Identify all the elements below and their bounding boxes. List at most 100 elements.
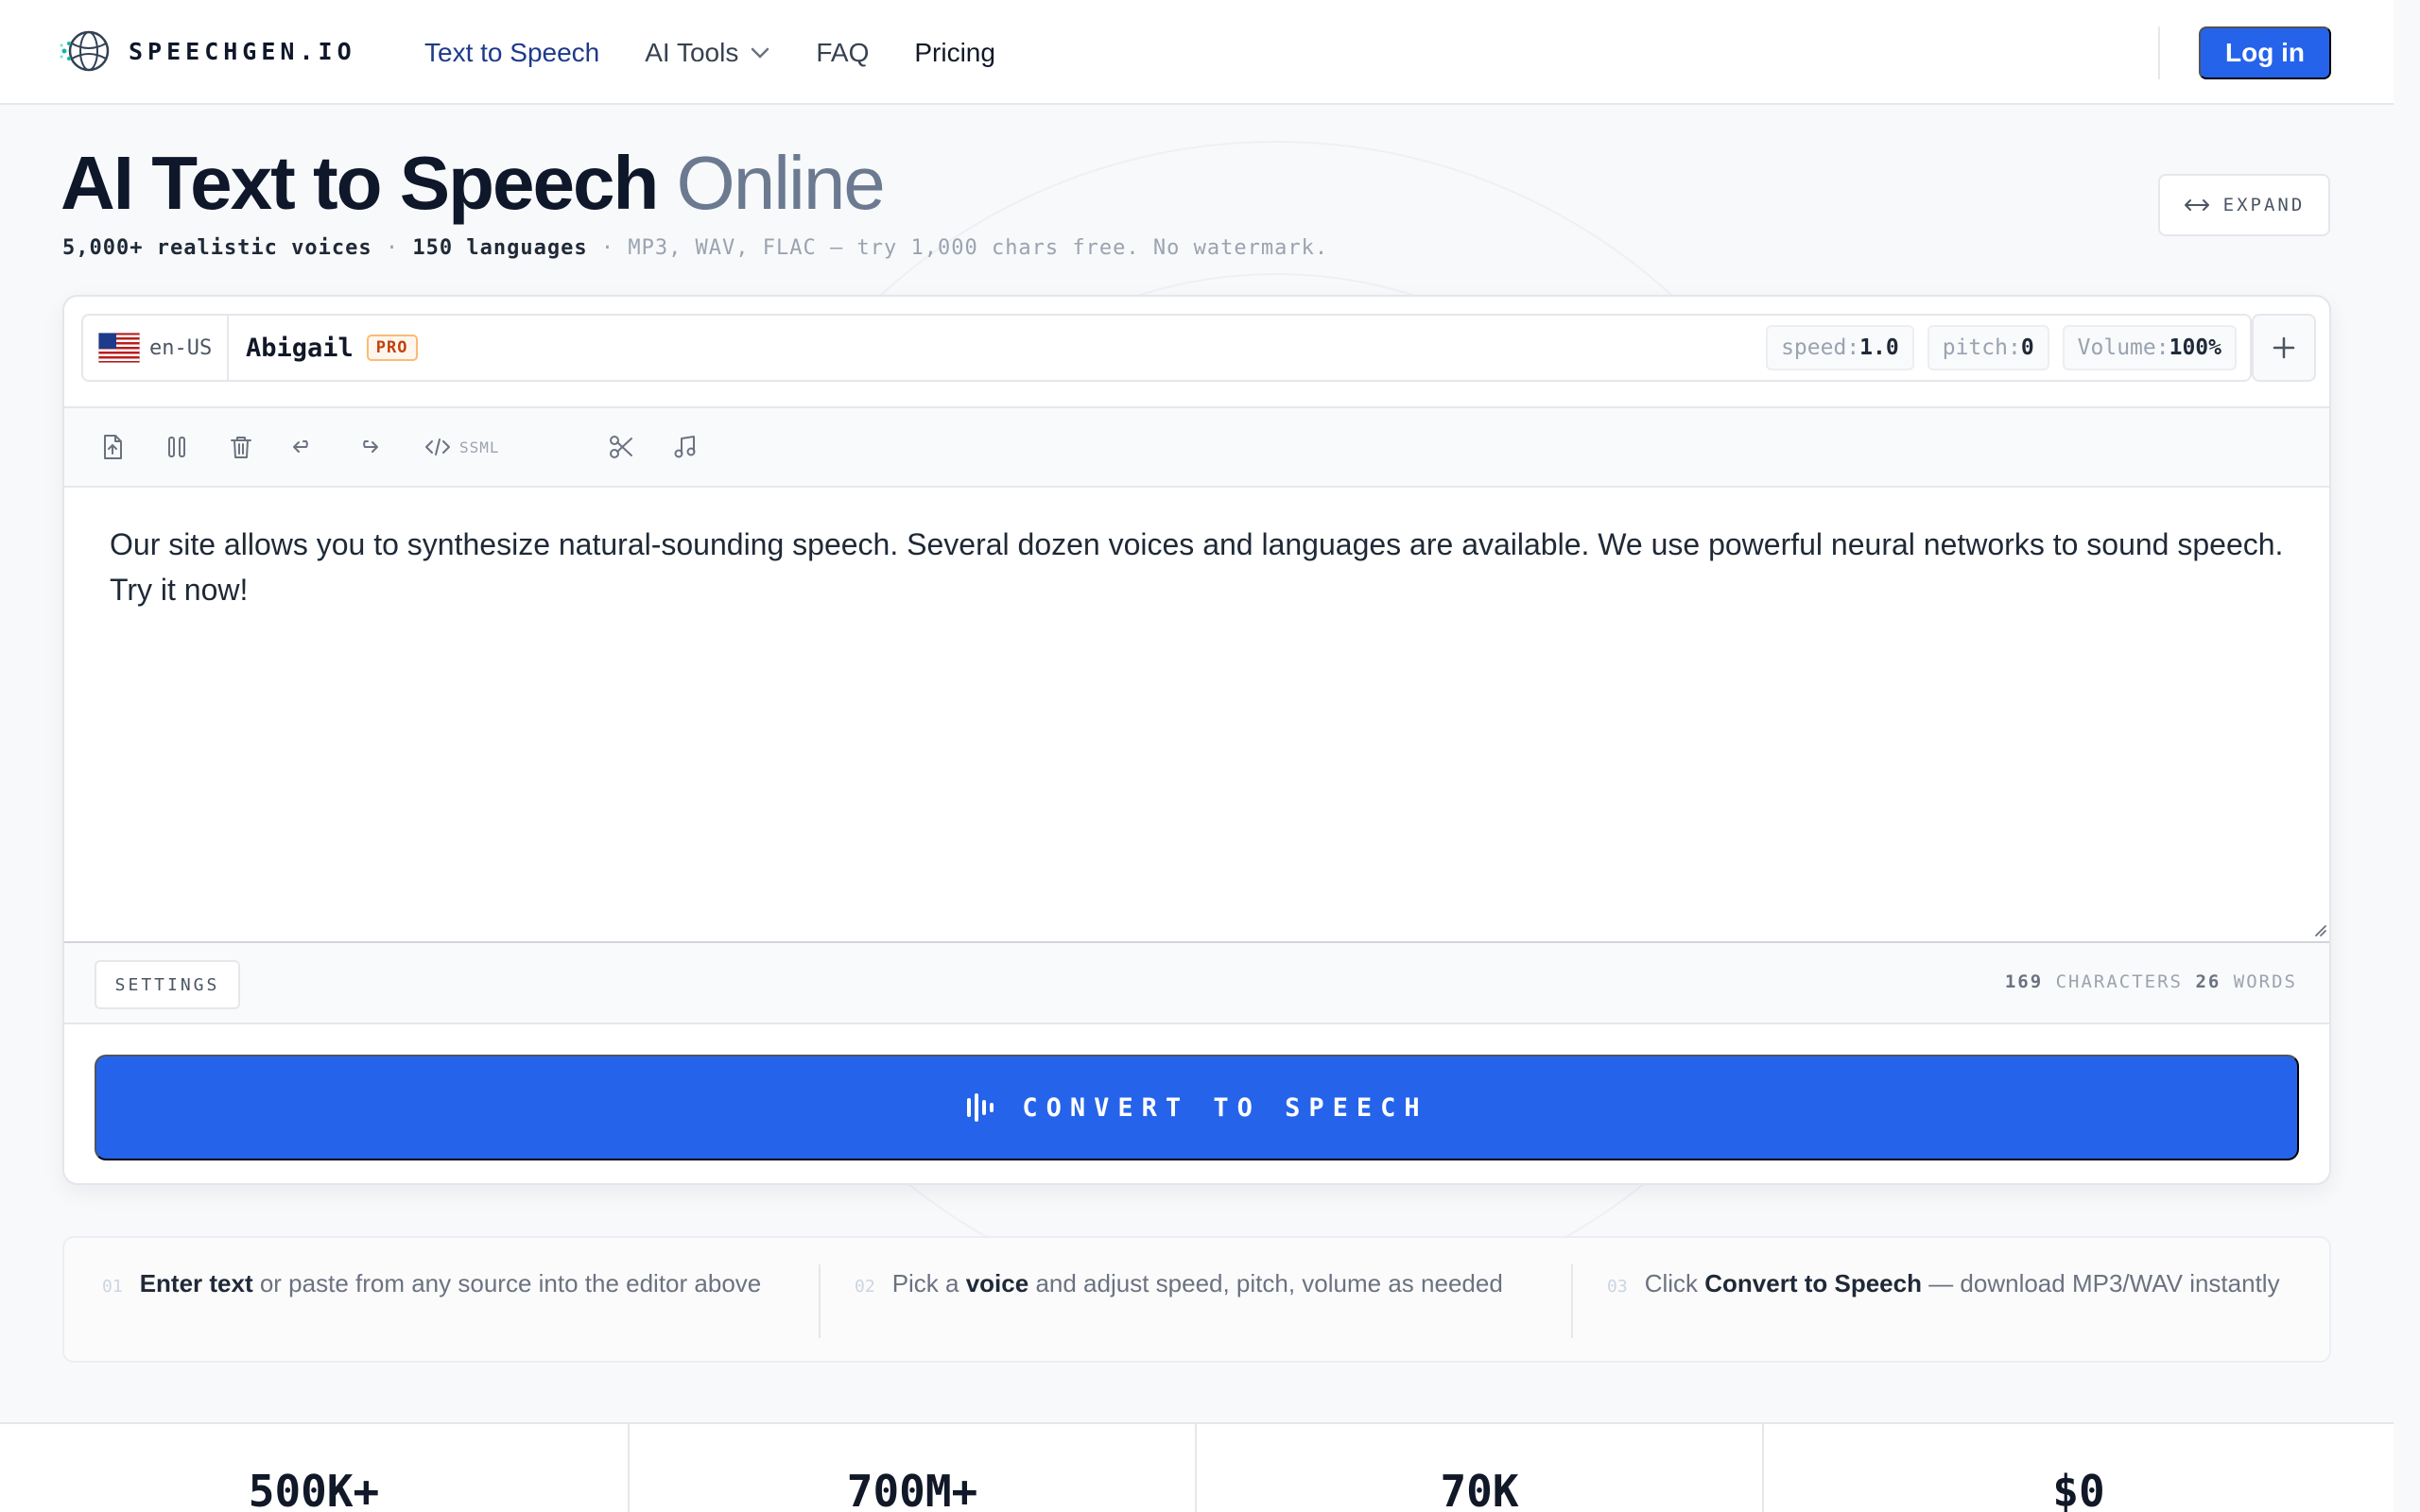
subtitle-separator: ·: [385, 236, 400, 260]
language-code: en-US: [149, 335, 213, 360]
volume-param[interactable]: Volume: 100%: [2062, 325, 2237, 370]
us-flag-icon: [98, 333, 140, 363]
step-bold: voice: [965, 1269, 1029, 1297]
voice-name-block[interactable]: Abigail PRO: [246, 316, 418, 380]
scissors-icon: [610, 436, 632, 458]
char-count: 169: [2004, 971, 2044, 992]
stat-count: 70K: [1440, 1466, 1519, 1512]
step-3: 03 Click Convert to Speech — download MP…: [1607, 1238, 2307, 1361]
sound-wave-icon: [967, 1093, 994, 1122]
music-note-icon: [674, 436, 696, 458]
nav-pricing-label: Pricing: [914, 37, 995, 67]
nav-ai-tools[interactable]: AI Tools: [645, 38, 770, 68]
speed-value: 1.0: [1859, 335, 1899, 360]
stat-price: $0: [2052, 1466, 2105, 1512]
divider: [64, 486, 2329, 488]
text-input-area[interactable]: Our site allows you to synthesize natura…: [110, 522, 2293, 900]
undo-button[interactable]: [289, 429, 318, 465]
top-navbar: SPEECHGEN.IO Text to Speech AI Tools FAQ…: [0, 0, 2394, 105]
subtitle-separator: ·: [600, 236, 615, 260]
char-count-label: CHARACTERS: [2055, 971, 2183, 992]
plus-icon: [2273, 336, 2295, 359]
step-pre: Click: [1644, 1269, 1705, 1297]
expand-arrows-icon: [2184, 199, 2209, 211]
convert-to-speech-button[interactable]: CONVERT TO SPEECH: [95, 1055, 2299, 1160]
step-divider: [1571, 1264, 1573, 1338]
trash-icon: [231, 437, 251, 458]
trim-button[interactable]: [607, 429, 635, 465]
step-number: 03: [1607, 1277, 1628, 1297]
step-number: 01: [102, 1277, 123, 1297]
redo-icon: [363, 440, 378, 453]
subtitle-voices: 5,000+ realistic voices: [62, 236, 372, 260]
pause-insert-button[interactable]: [163, 429, 191, 465]
resize-handle-icon[interactable]: [2310, 920, 2327, 937]
convert-label: CONVERT TO SPEECH: [1022, 1092, 1428, 1123]
speed-key: speed:: [1781, 335, 1860, 360]
step-bold: Convert to Speech: [1704, 1269, 1922, 1297]
volume-key: Volume:: [2077, 335, 2169, 360]
upload-file-button[interactable]: [98, 429, 127, 465]
page-subtitle: 5,000+ realistic voices · 150 languages …: [62, 236, 1328, 260]
nav-text-to-speech[interactable]: Text to Speech: [424, 38, 599, 68]
nav-pricing[interactable]: Pricing: [914, 38, 995, 68]
voice-params: speed: 1.0 pitch: 0 Volume: 100%: [1766, 325, 2237, 370]
step-2: 02 Pick a voice and adjust speed, pitch,…: [855, 1238, 1554, 1361]
code-icon: [425, 438, 450, 455]
stat-characters: 700M+: [846, 1466, 978, 1512]
chevron-down-icon: [752, 47, 769, 59]
step-text: Enter text or paste from any source into…: [140, 1266, 762, 1300]
redo-button[interactable]: [354, 429, 382, 465]
brand-name: SPEECHGEN.IO: [129, 37, 356, 65]
ssml-button[interactable]: SSML: [424, 429, 500, 465]
step-bold: Enter text: [139, 1269, 253, 1297]
background-music-button[interactable]: [671, 429, 700, 465]
word-count-label: WORDS: [2233, 971, 2297, 992]
step-text: Pick a voice and adjust speed, pitch, vo…: [892, 1266, 1503, 1300]
tts-editor-card: en-US Abigail PRO speed: 1.0 pitch: 0 Vo…: [62, 295, 2331, 1185]
step-text: Click Convert to Speech — download MP3/W…: [1645, 1266, 2280, 1300]
pro-badge: PRO: [366, 335, 418, 361]
header-divider: [2158, 26, 2160, 79]
step-divider: [819, 1264, 821, 1338]
step-number: 02: [855, 1277, 875, 1297]
how-it-works-steps: 01 Enter text or paste from any source i…: [62, 1236, 2331, 1363]
file-upload-icon: [104, 435, 122, 459]
page-title-light: Online: [676, 141, 886, 225]
nav-text-to-speech-label: Text to Speech: [424, 37, 600, 67]
subtitle-formats: MP3, WAV, FLAC — try 1,000 chars free. N…: [628, 236, 1329, 260]
speed-param[interactable]: speed: 1.0: [1766, 325, 1914, 370]
ssml-label: SSML: [459, 438, 500, 456]
pitch-value: 0: [2020, 335, 2034, 360]
editor-footer: SETTINGS 169 CHARACTERS 26 WORDS: [64, 943, 2329, 1024]
nav-ai-tools-label: AI Tools: [645, 37, 739, 67]
voice-selector[interactable]: en-US Abigail PRO speed: 1.0 pitch: 0 Vo…: [81, 314, 2252, 382]
undo-icon: [293, 440, 308, 453]
login-button[interactable]: Log in: [2199, 26, 2331, 79]
stats-bar: 500K+ 700M+ 70K $0: [0, 1422, 2394, 1512]
nav-faq-label: FAQ: [816, 37, 870, 67]
word-count: 26: [2195, 971, 2221, 992]
pitch-param[interactable]: pitch: 0: [1927, 325, 2049, 370]
step-rest: and adjust speed, pitch, volume as neede…: [1028, 1269, 1503, 1297]
language-selector[interactable]: en-US: [83, 316, 229, 380]
clear-text-button[interactable]: [227, 429, 255, 465]
text-counts: 169 CHARACTERS 26 WORDS: [2005, 971, 2297, 992]
step-rest: or paste from any source into the editor…: [252, 1269, 762, 1297]
pause-icon: [168, 437, 185, 457]
pitch-key: pitch:: [1942, 335, 2021, 360]
nav-faq[interactable]: FAQ: [816, 38, 869, 68]
subtitle-languages: 150 languages: [412, 236, 588, 260]
page-title-main: AI Text to Speech: [60, 141, 659, 225]
expand-button[interactable]: EXPAND: [2158, 174, 2330, 236]
step-pre: Pick a: [891, 1269, 966, 1297]
volume-value: 100%: [2169, 335, 2221, 360]
voice-name: Abigail: [246, 333, 354, 363]
step-rest: — download MP3/WAV instantly: [1921, 1269, 2280, 1297]
main-nav: Text to Speech AI Tools FAQ Pricing: [424, 0, 995, 105]
add-voice-button[interactable]: [2252, 314, 2316, 382]
expand-label: EXPAND: [2222, 195, 2306, 215]
page-title: AI Text to Speech Online: [60, 140, 886, 227]
brand-logo[interactable]: SPEECHGEN.IO: [59, 25, 356, 77]
settings-button[interactable]: SETTINGS: [95, 960, 240, 1009]
